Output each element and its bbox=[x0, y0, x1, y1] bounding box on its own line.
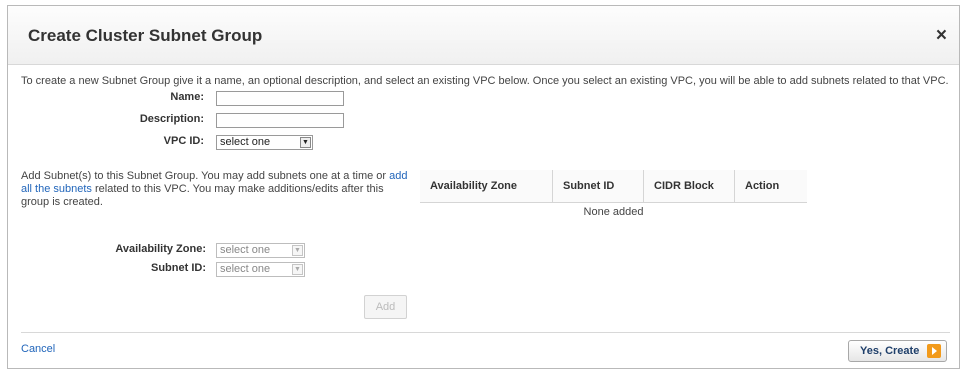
chevron-down-icon: ▼ bbox=[300, 137, 311, 148]
create-subnet-group-dialog: Create Cluster Subnet Group × To create … bbox=[7, 5, 960, 369]
vpc-id-select[interactable]: select one ▼ bbox=[216, 135, 313, 150]
empty-table-message: None added bbox=[583, 206, 644, 218]
dialog-title: Create Cluster Subnet Group bbox=[28, 26, 263, 45]
description-label: Description: bbox=[139, 113, 204, 125]
close-icon[interactable]: × bbox=[936, 26, 947, 45]
availability-zone-select-value: select one bbox=[220, 244, 271, 256]
yes-create-label: Yes, Create bbox=[860, 345, 920, 357]
vpc-id-label: VPC ID: bbox=[163, 135, 204, 147]
subnet-help-text: Add Subnet(s) to this Subnet Group. You … bbox=[21, 170, 413, 209]
chevron-down-icon: ▼ bbox=[292, 264, 303, 275]
description-input[interactable] bbox=[216, 113, 344, 128]
name-label: Name: bbox=[170, 91, 204, 103]
table-header-row: Availability Zone Subnet ID CIDR Block A… bbox=[420, 170, 807, 203]
subnet-id-select[interactable]: select one ▼ bbox=[216, 262, 305, 277]
subnet-id-label: Subnet ID: bbox=[151, 262, 206, 274]
add-subnet-button[interactable]: Add bbox=[364, 295, 407, 319]
subnet-id-select-value: select one bbox=[220, 263, 271, 275]
column-availability-zone: Availability Zone bbox=[420, 170, 553, 203]
subnets-table: Availability Zone Subnet ID CIDR Block A… bbox=[420, 170, 807, 221]
yes-create-button[interactable]: Yes, Create bbox=[848, 340, 947, 362]
dialog-header: Create Cluster Subnet Group × bbox=[8, 6, 959, 65]
column-action: Action bbox=[734, 170, 807, 203]
footer-divider bbox=[21, 332, 950, 333]
chevron-down-icon: ▼ bbox=[292, 245, 303, 256]
column-subnet-id: Subnet ID bbox=[552, 170, 644, 203]
availability-zone-label: Availability Zone: bbox=[115, 243, 206, 255]
arrow-right-icon bbox=[927, 344, 941, 358]
intro-text: To create a new Subnet Group give it a n… bbox=[21, 75, 949, 87]
cancel-link[interactable]: Cancel bbox=[21, 343, 55, 355]
help-text-before: Add Subnet(s) to this Subnet Group. You … bbox=[21, 170, 390, 182]
table-row: None added bbox=[420, 203, 807, 222]
column-cidr-block: CIDR Block bbox=[643, 170, 735, 203]
vpc-id-select-value: select one bbox=[220, 136, 271, 148]
name-input[interactable] bbox=[216, 91, 344, 106]
availability-zone-select[interactable]: select one ▼ bbox=[216, 243, 305, 258]
